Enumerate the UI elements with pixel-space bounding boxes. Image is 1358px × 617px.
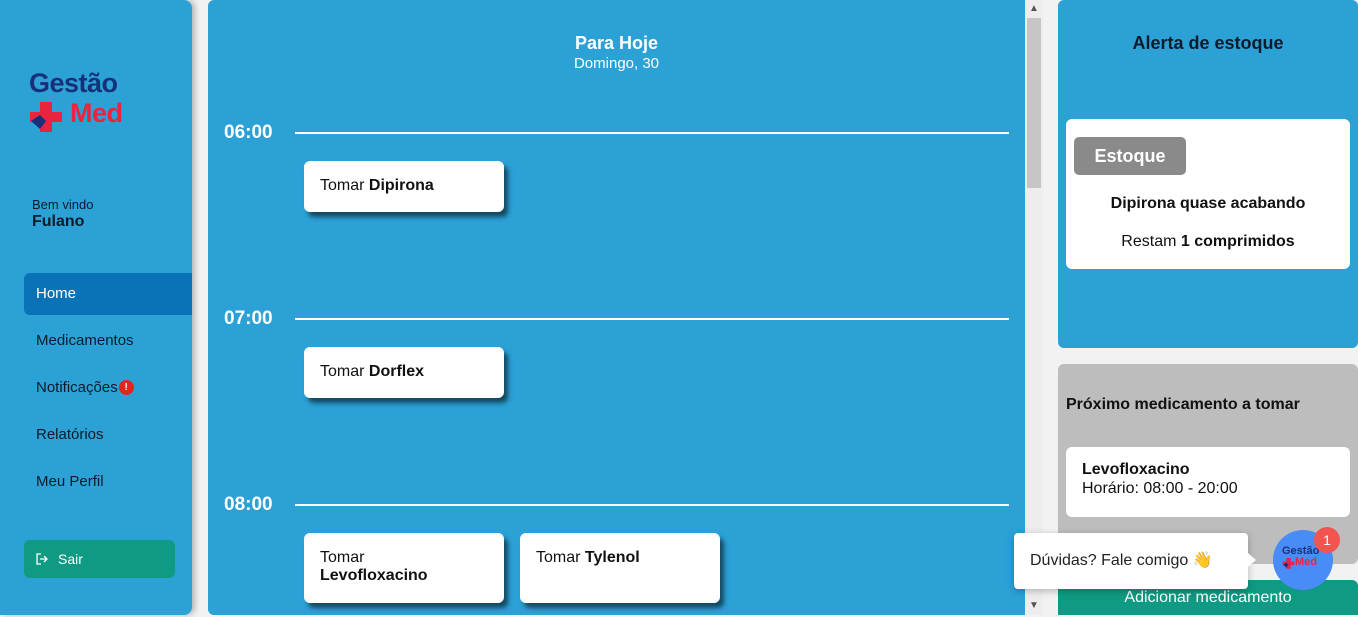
dose-prefix: Tomar xyxy=(536,549,581,566)
dose-card[interactable]: Tomar Dorflex xyxy=(304,347,504,398)
stock-alert-title: Alerta de estoque xyxy=(1132,33,1284,53)
time-slot-label: 07:00 xyxy=(224,308,273,329)
stock-remaining: Restam 1 comprimidos xyxy=(1066,233,1350,251)
page-date: Domingo, 30 xyxy=(573,55,660,72)
time-slot-label: 08:00 xyxy=(224,494,273,515)
time-divider xyxy=(295,504,1009,506)
stock-alert-panel: Alerta de estoque Estoque Dipirona quase… xyxy=(1058,0,1358,348)
sidebar-item-relatorios[interactable]: Relatórios xyxy=(24,414,192,456)
logo-text-line2: Med xyxy=(70,98,123,128)
sidebar-item-medicamentos[interactable]: Medicamentos xyxy=(24,320,192,362)
chat-bubble-tail xyxy=(1248,553,1256,567)
sidebar-item-meu-perfil[interactable]: Meu Perfil xyxy=(24,461,192,503)
medical-cross-icon xyxy=(30,102,62,132)
chat-avatar-logo-line2: Med xyxy=(1295,556,1317,568)
dose-card[interactable]: Tomar Levofloxacino xyxy=(304,533,504,603)
dose-prefix: Tomar xyxy=(320,363,365,380)
today-schedule-panel: Para Hoje Domingo, 30 06:00 Tomar Dipiro… xyxy=(208,0,1043,615)
sidebar-item-label: Notificações xyxy=(36,379,118,396)
dose-prefix: Tomar xyxy=(320,177,365,194)
stock-alert-card: Estoque Dipirona quase acabando Restam 1… xyxy=(1066,119,1350,269)
sidebar: Gestão Med Bem vindo Fulano Home Medicam… xyxy=(0,0,192,615)
sidebar-nav: Home Medicamentos Notificações! Relatóri… xyxy=(24,273,192,508)
scroll-up-icon[interactable]: ▲ xyxy=(1025,0,1043,18)
chat-unread-badge: 1 xyxy=(1314,527,1340,553)
sidebar-item-notificacoes[interactable]: Notificações! xyxy=(24,367,192,409)
time-divider xyxy=(295,318,1009,320)
next-medication-name: Levofloxacino xyxy=(1082,461,1190,478)
username: Fulano xyxy=(32,213,85,230)
chat-prompt-text: Dúvidas? Fale comigo 👋 xyxy=(1030,552,1213,569)
dose-med-name: Dorflex xyxy=(368,363,425,380)
dose-card[interactable]: Tomar Tylenol xyxy=(520,533,720,603)
app-root: Gestão Med Bem vindo Fulano Home Medicam… xyxy=(0,0,1358,617)
sidebar-item-home[interactable]: Home xyxy=(24,273,192,315)
dose-med-name: Tylenol xyxy=(584,549,640,566)
dose-med-name: Levofloxacino xyxy=(320,567,428,584)
logout-label: Sair xyxy=(58,551,83,567)
time-divider xyxy=(295,132,1009,134)
welcome-label: Bem vindo xyxy=(32,197,94,212)
gestao-med-logo[interactable]: Gestão Med xyxy=(28,68,148,134)
chat-prompt-bubble[interactable]: Dúvidas? Fale comigo 👋 xyxy=(1014,533,1256,589)
logo-text-line1: Gestão xyxy=(29,68,118,98)
stock-alert-message: Dipirona quase acabando xyxy=(1110,195,1306,212)
dose-med-name: Dipirona xyxy=(368,177,434,194)
stock-button[interactable]: Estoque xyxy=(1074,137,1186,175)
scroll-down-icon[interactable]: ▼ xyxy=(1025,597,1043,615)
dose-card[interactable]: Tomar Dipirona xyxy=(304,161,504,212)
vertical-scrollbar[interactable]: ▲ ▼ xyxy=(1025,0,1043,615)
sidebar-item-label: Home xyxy=(36,285,77,302)
stock-remaining-value: 1 comprimidos xyxy=(1180,233,1295,250)
scrollbar-thumb[interactable] xyxy=(1027,18,1041,188)
next-medication-schedule: Horário: 08:00 - 20:00 xyxy=(1082,480,1238,497)
sidebar-item-label: Medicamentos xyxy=(36,332,134,349)
logout-icon xyxy=(36,541,50,579)
page-title: Para Hoje xyxy=(574,33,659,53)
time-slot-label: 06:00 xyxy=(224,122,273,143)
dose-prefix: Tomar xyxy=(320,549,365,566)
sidebar-item-label: Relatórios xyxy=(36,426,104,443)
sidebar-item-label: Meu Perfil xyxy=(36,473,104,490)
stock-remaining-prefix: Restam xyxy=(1121,233,1177,250)
next-medication-title: Próximo medicamento a tomar xyxy=(1066,396,1300,413)
notification-badge: ! xyxy=(118,379,134,395)
logout-button[interactable]: Sair xyxy=(24,540,175,578)
next-medication-card[interactable]: Levofloxacino Horário: 08:00 - 20:00 xyxy=(1066,447,1350,517)
medical-cross-icon xyxy=(1282,557,1295,569)
